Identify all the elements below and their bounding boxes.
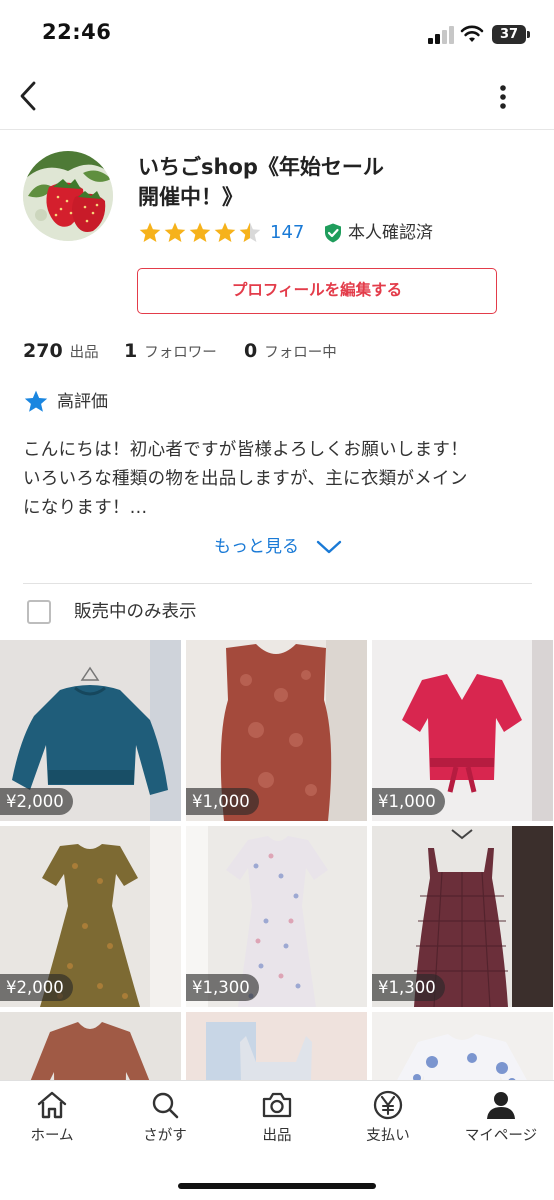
item-tile[interactable]: ¥1,000 (186, 640, 367, 821)
item-tile[interactable] (0, 1012, 181, 1080)
stat-following[interactable]: 0 フォロー中 (244, 336, 337, 366)
price-tag: ¥1,300 (372, 974, 445, 1001)
avatar[interactable] (23, 151, 113, 241)
shop-name-line1: いちごshop《年始セール (138, 155, 384, 179)
nav-bar (0, 64, 554, 130)
home-icon (37, 1091, 67, 1119)
high-rating-badge: 高評価 (23, 388, 223, 416)
filter-label: 販売中のみ表示 (74, 602, 197, 622)
status-bar: 22:46 37 (0, 0, 554, 64)
stat-listings[interactable]: 270 出品 (23, 336, 99, 366)
person-icon (487, 1092, 515, 1119)
intro-line: いろいろな種類の物を出品しますが、主に衣類がメイン (23, 469, 468, 489)
stat-value: 270 (23, 340, 63, 362)
tab-label: さがす (143, 1128, 187, 1144)
shop-name-line2: 開催中！》 (138, 185, 243, 209)
item-tile[interactable]: ¥1,300 (372, 826, 553, 1007)
item-grid: ¥2,000 ¥1,000 ¥1,000 ¥2,000 ¥1,300 ¥1,30… (0, 640, 554, 1080)
see-more-link[interactable]: もっと見る (214, 532, 354, 562)
more-options-button[interactable] (490, 82, 516, 112)
chevron-down-icon (316, 540, 342, 554)
rating-stars (139, 222, 261, 242)
half-star-icon (239, 222, 261, 242)
star-badge-icon (24, 390, 48, 412)
price-tag: ¥1,300 (186, 974, 259, 1001)
item-tile[interactable] (372, 1012, 553, 1080)
battery-indicator: 37 (492, 25, 530, 44)
tab-mypage[interactable]: マイページ (446, 1089, 554, 1149)
shop-introduction: こんにちは！初心者ですが皆様よろしくお願いします！ いろいろな種類の物を出品しま… (23, 436, 533, 523)
item-photo (0, 1012, 181, 1080)
wifi-icon (460, 25, 484, 42)
item-photo (372, 1012, 553, 1080)
stat-followers[interactable]: 1 フォロワー (124, 336, 217, 366)
intro-line: こんにちは！初心者ですが皆様よろしくお願いします！ (23, 440, 468, 460)
tab-label: 出品 (262, 1128, 292, 1144)
tab-home[interactable]: ホーム (0, 1089, 107, 1149)
stat-label: 出品 (69, 345, 99, 361)
star-icon (189, 222, 211, 242)
star-icon (164, 222, 186, 242)
bottom-tab-bar: ホーム さがす 出品 支払い マイページ (0, 1080, 554, 1200)
verified-label: 本人確認済 (348, 223, 433, 243)
on-sale-checkbox[interactable] (27, 600, 51, 624)
search-icon (152, 1092, 179, 1119)
strawberry-avatar-image (23, 151, 113, 241)
intro-line: になります！... (23, 498, 148, 518)
rating-row[interactable]: 147 本人確認済 (138, 220, 458, 246)
yen-icon (373, 1090, 403, 1120)
verified-shield-icon (325, 223, 341, 243)
item-photo (186, 1012, 367, 1080)
item-tile[interactable]: ¥2,000 (0, 826, 181, 1007)
star-icon (139, 222, 161, 242)
tab-label: 支払い (366, 1128, 410, 1144)
on-sale-filter[interactable]: 販売中のみ表示 (27, 597, 327, 627)
tab-payment[interactable]: 支払い (333, 1089, 443, 1149)
badge-label: 高評価 (57, 392, 108, 412)
item-tile[interactable]: ¥1,000 (372, 640, 553, 821)
stat-label: フォロワー (144, 345, 217, 361)
rating-count[interactable]: 147 (270, 220, 304, 246)
see-more-label: もっと見る (214, 537, 299, 557)
item-tile[interactable]: ¥1,300 (186, 826, 367, 1007)
shop-name: いちごshop《年始セール 開催中！》 (138, 152, 468, 212)
star-icon (214, 222, 236, 242)
divider (23, 583, 532, 584)
status-time: 22:46 (42, 20, 112, 44)
stats-row: 270 出品 1 フォロワー 0 フォロー中 (23, 336, 523, 366)
price-tag: ¥2,000 (0, 788, 73, 815)
price-tag: ¥1,000 (372, 788, 445, 815)
tab-label: マイページ (464, 1128, 538, 1144)
back-button[interactable] (14, 78, 44, 114)
signal-icon (428, 26, 456, 44)
stat-value: 1 (124, 340, 138, 362)
price-tag: ¥2,000 (0, 974, 73, 1001)
stat-value: 0 (244, 340, 258, 362)
camera-icon (262, 1092, 292, 1118)
tab-sell[interactable]: 出品 (222, 1089, 332, 1149)
tab-search[interactable]: さがす (110, 1089, 220, 1149)
home-indicator (178, 1183, 376, 1189)
tab-label: ホーム (30, 1128, 74, 1144)
edit-profile-button[interactable]: プロフィールを編集する (137, 268, 497, 314)
stat-label: フォロー中 (264, 345, 337, 361)
price-tag: ¥1,000 (186, 788, 259, 815)
item-tile[interactable]: ¥2,000 (0, 640, 181, 821)
item-tile[interactable] (186, 1012, 367, 1080)
